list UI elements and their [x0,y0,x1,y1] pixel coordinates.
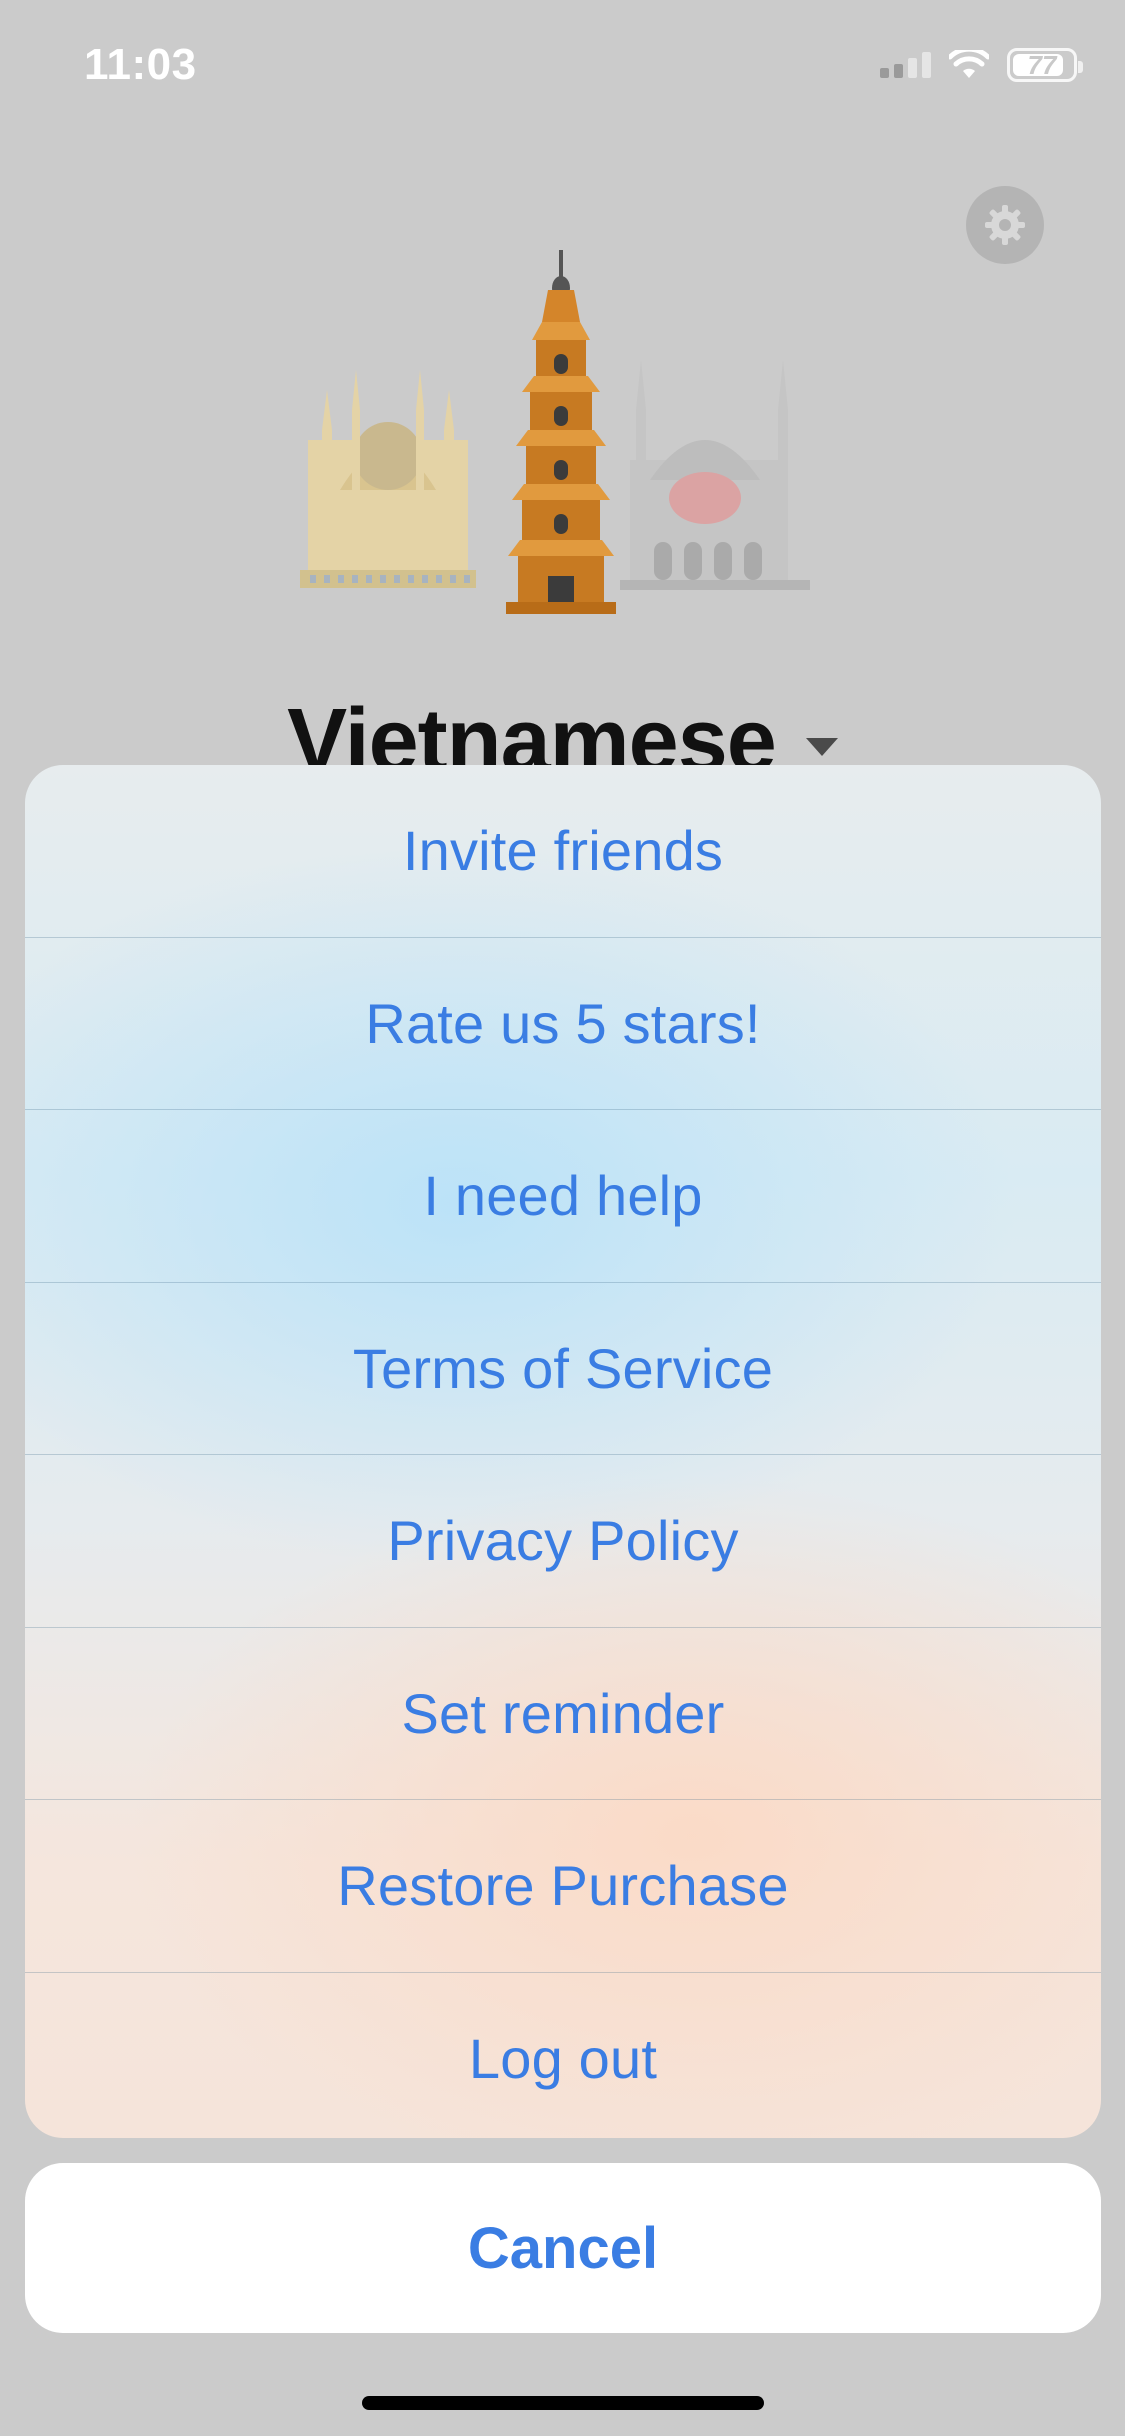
mosque-illustration [300,370,476,588]
landmarks-illustration [300,250,810,614]
screen: 11:03 77 Vietnamese Invite friends Rate … [0,0,1125,2436]
invite-friends-button[interactable]: Invite friends [25,765,1101,938]
battery-icon: 77 [1007,48,1083,82]
terms-of-service-button[interactable]: Terms of Service [25,1283,1101,1455]
help-button[interactable]: I need help [25,1110,1101,1283]
settings-button[interactable] [966,186,1044,264]
pagoda-illustration [506,250,616,614]
cathedral-illustration [620,360,810,590]
status-time: 11:03 [84,40,197,89]
battery-percentage: 77 [1027,49,1057,80]
gear-icon [985,205,1025,245]
cancel-button[interactable]: Cancel [25,2163,1101,2333]
set-reminder-button[interactable]: Set reminder [25,1628,1101,1800]
wifi-icon [949,50,989,78]
restore-purchase-button[interactable]: Restore Purchase [25,1800,1101,1973]
rate-us-button[interactable]: Rate us 5 stars! [25,938,1101,1110]
privacy-policy-button[interactable]: Privacy Policy [25,1455,1101,1628]
home-indicator[interactable] [362,2396,764,2410]
caret-down-icon [805,738,838,757]
status-indicators: 77 [880,48,1083,82]
action-sheet: Invite friends Rate us 5 stars! I need h… [25,765,1101,2138]
cellular-signal-icon [880,52,931,78]
log-out-button[interactable]: Log out [25,1973,1101,2139]
